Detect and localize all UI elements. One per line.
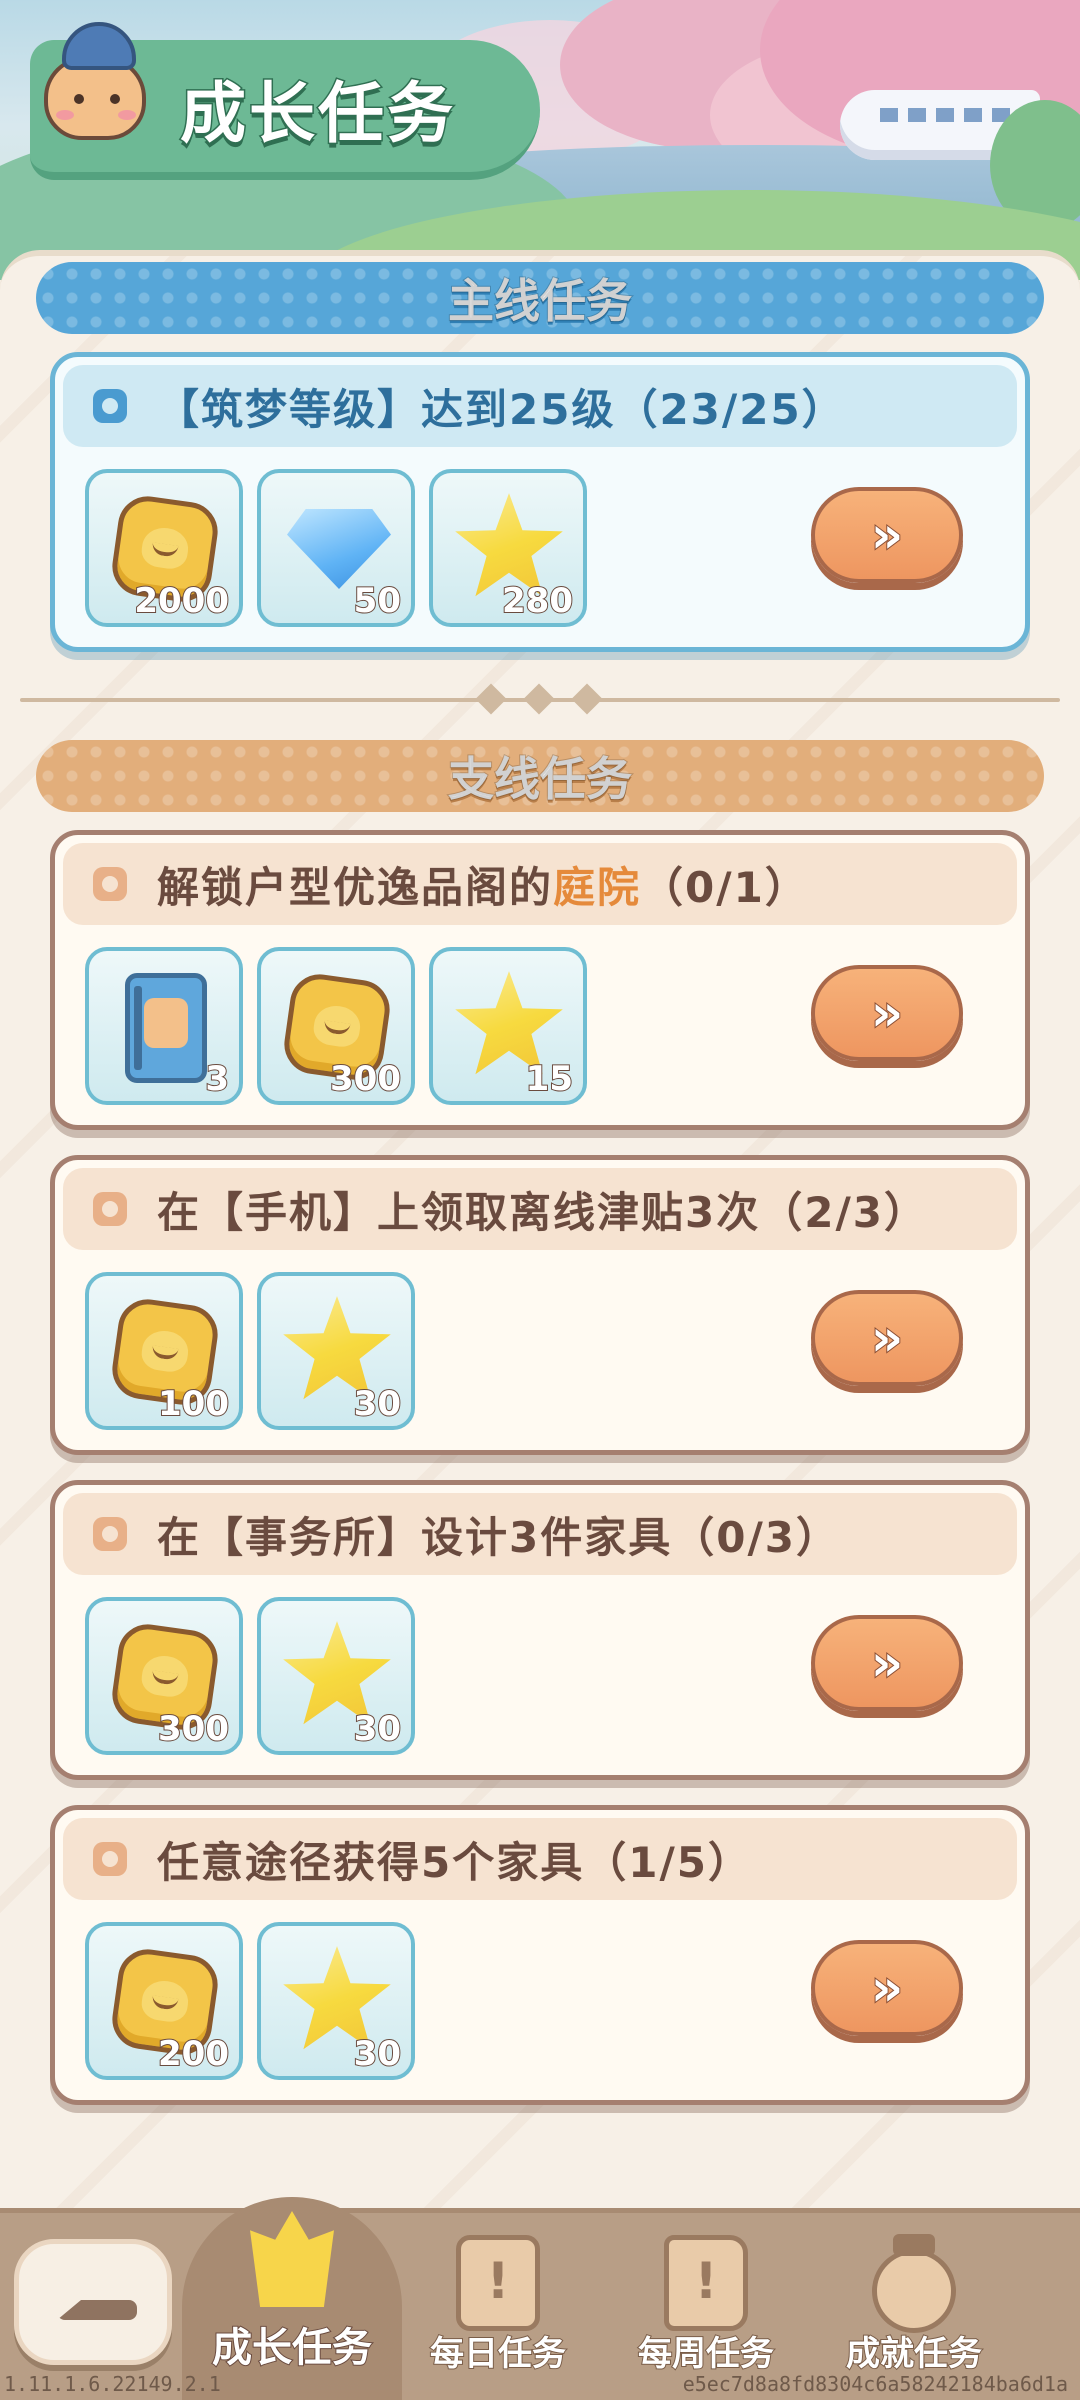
book-icon: [664, 2235, 748, 2331]
bullet-icon: [93, 1517, 127, 1551]
reward-quantity: 100: [157, 1383, 230, 1425]
tab-label: 每日任务: [429, 2333, 567, 2375]
reward-list: 200 30: [85, 1922, 415, 2080]
reward-item[interactable]: 30: [257, 1272, 415, 1430]
reward-quantity: 30: [353, 2033, 402, 2075]
crown-icon: [250, 2211, 334, 2307]
reward-item[interactable]: 300: [85, 1597, 243, 1755]
task-description: 在【手机】上领取离线津贴3次（2/3）: [157, 1187, 929, 1237]
reward-list: 2000 50 280: [85, 469, 587, 627]
tab-label: 每周任务: [637, 2333, 775, 2375]
task-title-bar: 在【事务所】设计3件家具（0/3）: [63, 1493, 1017, 1575]
reward-quantity: 280: [501, 580, 574, 622]
tab-daily-tasks[interactable]: 每日任务: [398, 2213, 598, 2400]
reward-item[interactable]: 200: [85, 1922, 243, 2080]
version-text: 1.11.1.6.22149.2.1: [4, 2372, 221, 2396]
task-card-side: 任意途径获得5个家具（1/5） 200 30 »: [50, 1805, 1030, 2105]
bullet-icon: [93, 389, 127, 423]
reward-list: 3 300 15: [85, 947, 587, 1105]
double-chevron-right-icon: »: [870, 983, 904, 1043]
task-description: 解锁户型优逸品阁的庭院（0/1）: [157, 862, 809, 912]
reward-quantity: 3: [204, 1058, 230, 1100]
double-chevron-right-icon: »: [870, 1633, 904, 1693]
task-card-main: 【筑梦等级】达到25级（23/25） 2000 50 280 »: [50, 352, 1030, 652]
reward-quantity: 50: [353, 580, 402, 622]
reward-item[interactable]: 3: [85, 947, 243, 1105]
reward-item[interactable]: 2000: [85, 469, 243, 627]
calendar-icon: [456, 2235, 540, 2331]
reward-quantity: 2000: [133, 580, 230, 622]
gem-icon: [287, 509, 391, 589]
reward-item[interactable]: 100: [85, 1272, 243, 1430]
reward-quantity: 30: [353, 1708, 402, 1750]
bullet-icon: [93, 867, 127, 901]
task-title-bar: 任意途径获得5个家具（1/5）: [63, 1818, 1017, 1900]
go-button[interactable]: »: [811, 1615, 963, 1711]
build-hash-text: e5ec7d8a8fd8304c6a58242184ba6d1a: [682, 2372, 1068, 2396]
reward-list: 100 30: [85, 1272, 415, 1430]
reward-quantity: 300: [329, 1058, 402, 1100]
task-card-side: 在【事务所】设计3件家具（0/3） 300 30 »: [50, 1480, 1030, 1780]
task-card-side: 在【手机】上领取离线津贴3次（2/3） 100 30 »: [50, 1155, 1030, 1455]
reward-list: 300 30: [85, 1597, 415, 1755]
section-header-main: 主线任务: [36, 262, 1044, 334]
medal-icon: [872, 2234, 956, 2333]
tab-label: 成就任务: [845, 2333, 983, 2375]
avatar-icon: [40, 22, 150, 142]
go-button[interactable]: »: [811, 487, 963, 583]
back-button[interactable]: [14, 2239, 172, 2365]
bullet-icon: [93, 1192, 127, 1226]
task-title-bar: 解锁户型优逸品阁的庭院（0/1）: [63, 843, 1017, 925]
task-highlight: 庭院: [553, 862, 642, 912]
reward-item[interactable]: 15: [429, 947, 587, 1105]
go-button[interactable]: »: [811, 1290, 963, 1386]
bullet-icon: [93, 1842, 127, 1876]
section-header-side: 支线任务: [36, 740, 1044, 812]
double-chevron-right-icon: »: [870, 1958, 904, 2018]
task-description: 【筑梦等级】达到25级（23/25）: [157, 384, 846, 434]
reward-quantity: 30: [353, 1383, 402, 1425]
reward-item[interactable]: 50: [257, 469, 415, 627]
reward-quantity: 200: [157, 2033, 230, 2075]
reward-quantity: 300: [157, 1708, 230, 1750]
double-chevron-right-icon: »: [870, 1308, 904, 1368]
task-title-bar: 在【手机】上领取离线津贴3次（2/3）: [63, 1168, 1017, 1250]
bottom-nav: 成长任务 每日任务 每周任务 成就任务 1.11.1.6.22149.2.1 e…: [0, 2197, 1080, 2400]
task-title-bar: 【筑梦等级】达到25级（23/25）: [63, 365, 1017, 447]
double-chevron-right-icon: »: [870, 505, 904, 565]
reward-quantity: 15: [525, 1058, 574, 1100]
header-scenery: 成长任务: [0, 0, 1080, 280]
reward-item[interactable]: 300: [257, 947, 415, 1105]
book-icon: [125, 973, 207, 1083]
task-card-side: 解锁户型优逸品阁的庭院（0/1） 3 300 15 »: [50, 830, 1030, 1130]
task-description: 在【事务所】设计3件家具（0/3）: [157, 1512, 841, 1562]
go-button[interactable]: »: [811, 1940, 963, 2036]
task-description: 任意途径获得5个家具（1/5）: [157, 1837, 753, 1887]
tab-growth-tasks[interactable]: 成长任务: [182, 2189, 402, 2400]
tab-label: 成长任务: [211, 2324, 373, 2372]
reward-item[interactable]: 280: [429, 469, 587, 627]
go-button[interactable]: »: [811, 965, 963, 1061]
reward-item[interactable]: 30: [257, 1597, 415, 1755]
page-title: 成长任务: [179, 74, 456, 154]
reward-item[interactable]: 30: [257, 1922, 415, 2080]
